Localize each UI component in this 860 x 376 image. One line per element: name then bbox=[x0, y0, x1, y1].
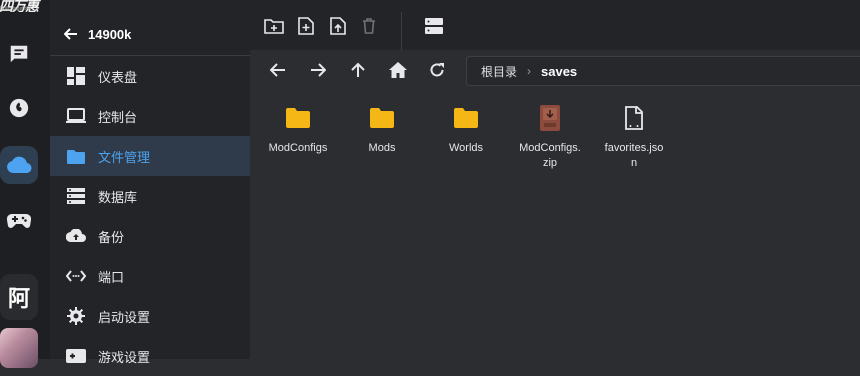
arrow-right-icon[interactable] bbox=[307, 59, 329, 81]
new-file-icon[interactable] bbox=[295, 15, 317, 37]
back-button[interactable]: 14900k bbox=[64, 24, 131, 44]
refresh-icon[interactable] bbox=[426, 59, 448, 81]
server-name: 14900k bbox=[88, 26, 132, 42]
arrow-left-icon[interactable] bbox=[267, 59, 289, 81]
arrow-up-icon[interactable] bbox=[347, 59, 369, 81]
avatar[interactable] bbox=[0, 328, 38, 368]
folder-icon bbox=[450, 102, 482, 134]
discover-icon[interactable] bbox=[0, 89, 38, 127]
database-icon bbox=[66, 186, 86, 206]
gamepad-icon[interactable] bbox=[0, 202, 38, 240]
dashboard-icon bbox=[66, 66, 86, 86]
file-grid: ModConfigs Mods Worlds ModConfigs.zip fa… bbox=[250, 90, 860, 359]
folder-icon bbox=[366, 102, 398, 134]
breadcrumb-current[interactable]: saves bbox=[541, 64, 577, 79]
app-rail: 四万惠 Build together 阿 bbox=[0, 0, 50, 368]
chat-icon[interactable] bbox=[0, 35, 38, 73]
sidebar-item-startup[interactable]: 启动设置 bbox=[50, 296, 250, 336]
server-icon[interactable] bbox=[423, 15, 445, 37]
gamepad-icon bbox=[66, 346, 86, 366]
port-icon bbox=[66, 266, 86, 286]
file-item[interactable]: Mods bbox=[340, 102, 424, 156]
folder-icon bbox=[282, 102, 314, 134]
arrow-left-icon bbox=[64, 28, 77, 40]
user-character-badge[interactable]: 阿 bbox=[0, 274, 38, 320]
sidebar-item-dashboard[interactable]: 仪表盘 bbox=[50, 56, 250, 96]
breadcrumb-root[interactable]: 根目录 bbox=[481, 63, 517, 80]
app-logo: 四万惠 Build together bbox=[0, 0, 39, 12]
sidebar-item-port[interactable]: 端口 bbox=[50, 256, 250, 296]
sidebar-item-game-settings[interactable]: 游戏设置 bbox=[50, 336, 250, 376]
chevron-right-icon: › bbox=[527, 64, 532, 78]
sidebar-item-console[interactable]: 控制台 bbox=[50, 96, 250, 136]
sidebar: 14900k 仪表盘 控制台 文件管理 数据库 备份 端口 启动设置 游戏设置 bbox=[50, 0, 250, 365]
path-navigation: 根目录 › saves bbox=[250, 50, 860, 90]
sidebar-item-database[interactable]: 数据库 bbox=[50, 176, 250, 216]
file-item[interactable]: ModConfigs bbox=[256, 102, 340, 156]
gear-icon bbox=[66, 306, 86, 326]
sidebar-item-files[interactable]: 文件管理 bbox=[50, 136, 250, 176]
upload-file-icon[interactable] bbox=[327, 15, 349, 37]
cloud-icon[interactable] bbox=[0, 146, 38, 184]
breadcrumb: 根目录 › saves bbox=[466, 56, 860, 86]
archive-icon bbox=[534, 102, 566, 134]
file-item[interactable]: favorites.json bbox=[592, 102, 676, 171]
file-icon bbox=[618, 102, 650, 134]
new-folder-icon[interactable] bbox=[263, 15, 285, 37]
home-icon[interactable] bbox=[387, 59, 409, 81]
cloud-upload-icon bbox=[66, 226, 86, 246]
file-item[interactable]: ModConfigs.zip bbox=[508, 102, 592, 171]
console-icon bbox=[66, 106, 86, 126]
file-item[interactable]: Worlds bbox=[424, 102, 508, 156]
file-toolbar bbox=[250, 0, 860, 50]
delete-icon[interactable] bbox=[358, 15, 380, 37]
folder-icon bbox=[66, 146, 86, 166]
sidebar-item-backup[interactable]: 备份 bbox=[50, 216, 250, 256]
toolbar-divider bbox=[401, 12, 402, 50]
